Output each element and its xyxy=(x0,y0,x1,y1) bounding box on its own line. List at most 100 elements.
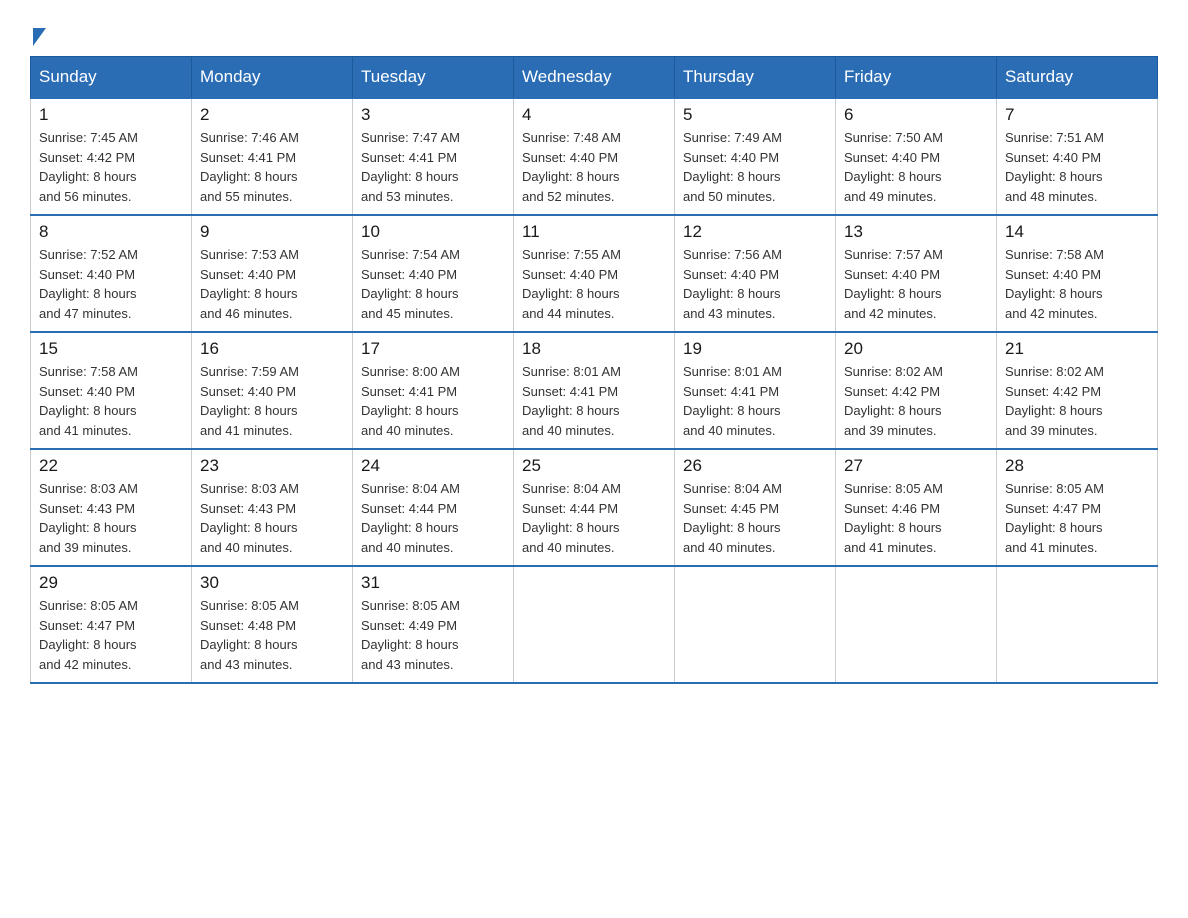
day-cell xyxy=(675,566,836,683)
day-number: 25 xyxy=(522,456,666,476)
column-header-friday: Friday xyxy=(836,57,997,99)
day-number: 22 xyxy=(39,456,183,476)
week-row-4: 22 Sunrise: 8:03 AM Sunset: 4:43 PM Dayl… xyxy=(31,449,1158,566)
day-number: 8 xyxy=(39,222,183,242)
day-cell: 29 Sunrise: 8:05 AM Sunset: 4:47 PM Dayl… xyxy=(31,566,192,683)
day-number: 3 xyxy=(361,105,505,125)
day-number: 12 xyxy=(683,222,827,242)
day-number: 10 xyxy=(361,222,505,242)
day-number: 20 xyxy=(844,339,988,359)
day-number: 4 xyxy=(522,105,666,125)
day-number: 9 xyxy=(200,222,344,242)
day-info: Sunrise: 8:05 AM Sunset: 4:47 PM Dayligh… xyxy=(1005,479,1149,557)
day-cell: 13 Sunrise: 7:57 AM Sunset: 4:40 PM Dayl… xyxy=(836,215,997,332)
day-info: Sunrise: 8:04 AM Sunset: 4:44 PM Dayligh… xyxy=(522,479,666,557)
day-info: Sunrise: 8:04 AM Sunset: 4:44 PM Dayligh… xyxy=(361,479,505,557)
calendar-table: SundayMondayTuesdayWednesdayThursdayFrid… xyxy=(30,56,1158,684)
day-cell: 15 Sunrise: 7:58 AM Sunset: 4:40 PM Dayl… xyxy=(31,332,192,449)
day-cell: 9 Sunrise: 7:53 AM Sunset: 4:40 PM Dayli… xyxy=(192,215,353,332)
day-cell: 12 Sunrise: 7:56 AM Sunset: 4:40 PM Dayl… xyxy=(675,215,836,332)
day-info: Sunrise: 7:53 AM Sunset: 4:40 PM Dayligh… xyxy=(200,245,344,323)
week-row-1: 1 Sunrise: 7:45 AM Sunset: 4:42 PM Dayli… xyxy=(31,98,1158,215)
day-number: 31 xyxy=(361,573,505,593)
week-row-5: 29 Sunrise: 8:05 AM Sunset: 4:47 PM Dayl… xyxy=(31,566,1158,683)
day-cell xyxy=(836,566,997,683)
day-cell: 23 Sunrise: 8:03 AM Sunset: 4:43 PM Dayl… xyxy=(192,449,353,566)
day-number: 16 xyxy=(200,339,344,359)
day-number: 21 xyxy=(1005,339,1149,359)
day-cell: 14 Sunrise: 7:58 AM Sunset: 4:40 PM Dayl… xyxy=(997,215,1158,332)
day-cell: 5 Sunrise: 7:49 AM Sunset: 4:40 PM Dayli… xyxy=(675,98,836,215)
day-cell: 25 Sunrise: 8:04 AM Sunset: 4:44 PM Dayl… xyxy=(514,449,675,566)
day-cell: 18 Sunrise: 8:01 AM Sunset: 4:41 PM Dayl… xyxy=(514,332,675,449)
day-info: Sunrise: 7:58 AM Sunset: 4:40 PM Dayligh… xyxy=(39,362,183,440)
day-number: 29 xyxy=(39,573,183,593)
column-header-sunday: Sunday xyxy=(31,57,192,99)
day-number: 1 xyxy=(39,105,183,125)
day-info: Sunrise: 7:49 AM Sunset: 4:40 PM Dayligh… xyxy=(683,128,827,206)
day-number: 26 xyxy=(683,456,827,476)
week-row-2: 8 Sunrise: 7:52 AM Sunset: 4:40 PM Dayli… xyxy=(31,215,1158,332)
day-cell: 11 Sunrise: 7:55 AM Sunset: 4:40 PM Dayl… xyxy=(514,215,675,332)
day-info: Sunrise: 8:05 AM Sunset: 4:48 PM Dayligh… xyxy=(200,596,344,674)
day-info: Sunrise: 7:58 AM Sunset: 4:40 PM Dayligh… xyxy=(1005,245,1149,323)
day-info: Sunrise: 7:55 AM Sunset: 4:40 PM Dayligh… xyxy=(522,245,666,323)
day-info: Sunrise: 7:47 AM Sunset: 4:41 PM Dayligh… xyxy=(361,128,505,206)
day-number: 6 xyxy=(844,105,988,125)
day-number: 14 xyxy=(1005,222,1149,242)
day-cell: 31 Sunrise: 8:05 AM Sunset: 4:49 PM Dayl… xyxy=(353,566,514,683)
column-header-thursday: Thursday xyxy=(675,57,836,99)
day-info: Sunrise: 8:05 AM Sunset: 4:46 PM Dayligh… xyxy=(844,479,988,557)
day-info: Sunrise: 7:59 AM Sunset: 4:40 PM Dayligh… xyxy=(200,362,344,440)
day-info: Sunrise: 7:52 AM Sunset: 4:40 PM Dayligh… xyxy=(39,245,183,323)
day-cell: 27 Sunrise: 8:05 AM Sunset: 4:46 PM Dayl… xyxy=(836,449,997,566)
day-number: 5 xyxy=(683,105,827,125)
day-number: 2 xyxy=(200,105,344,125)
day-info: Sunrise: 8:03 AM Sunset: 4:43 PM Dayligh… xyxy=(200,479,344,557)
day-number: 24 xyxy=(361,456,505,476)
day-info: Sunrise: 8:02 AM Sunset: 4:42 PM Dayligh… xyxy=(844,362,988,440)
day-info: Sunrise: 7:51 AM Sunset: 4:40 PM Dayligh… xyxy=(1005,128,1149,206)
day-info: Sunrise: 8:02 AM Sunset: 4:42 PM Dayligh… xyxy=(1005,362,1149,440)
day-cell: 21 Sunrise: 8:02 AM Sunset: 4:42 PM Dayl… xyxy=(997,332,1158,449)
day-cell: 20 Sunrise: 8:02 AM Sunset: 4:42 PM Dayl… xyxy=(836,332,997,449)
day-info: Sunrise: 8:01 AM Sunset: 4:41 PM Dayligh… xyxy=(522,362,666,440)
day-cell: 19 Sunrise: 8:01 AM Sunset: 4:41 PM Dayl… xyxy=(675,332,836,449)
day-info: Sunrise: 8:01 AM Sunset: 4:41 PM Dayligh… xyxy=(683,362,827,440)
column-header-wednesday: Wednesday xyxy=(514,57,675,99)
day-info: Sunrise: 7:46 AM Sunset: 4:41 PM Dayligh… xyxy=(200,128,344,206)
day-number: 13 xyxy=(844,222,988,242)
day-number: 11 xyxy=(522,222,666,242)
day-info: Sunrise: 7:56 AM Sunset: 4:40 PM Dayligh… xyxy=(683,245,827,323)
day-cell: 26 Sunrise: 8:04 AM Sunset: 4:45 PM Dayl… xyxy=(675,449,836,566)
day-cell: 6 Sunrise: 7:50 AM Sunset: 4:40 PM Dayli… xyxy=(836,98,997,215)
day-cell: 30 Sunrise: 8:05 AM Sunset: 4:48 PM Dayl… xyxy=(192,566,353,683)
column-header-monday: Monday xyxy=(192,57,353,99)
day-info: Sunrise: 8:05 AM Sunset: 4:47 PM Dayligh… xyxy=(39,596,183,674)
page-header xyxy=(30,20,1158,46)
day-cell: 16 Sunrise: 7:59 AM Sunset: 4:40 PM Dayl… xyxy=(192,332,353,449)
day-info: Sunrise: 7:50 AM Sunset: 4:40 PM Dayligh… xyxy=(844,128,988,206)
day-cell: 2 Sunrise: 7:46 AM Sunset: 4:41 PM Dayli… xyxy=(192,98,353,215)
day-cell: 28 Sunrise: 8:05 AM Sunset: 4:47 PM Dayl… xyxy=(997,449,1158,566)
day-number: 15 xyxy=(39,339,183,359)
day-cell: 7 Sunrise: 7:51 AM Sunset: 4:40 PM Dayli… xyxy=(997,98,1158,215)
day-number: 19 xyxy=(683,339,827,359)
day-info: Sunrise: 8:00 AM Sunset: 4:41 PM Dayligh… xyxy=(361,362,505,440)
week-row-3: 15 Sunrise: 7:58 AM Sunset: 4:40 PM Dayl… xyxy=(31,332,1158,449)
day-info: Sunrise: 8:03 AM Sunset: 4:43 PM Dayligh… xyxy=(39,479,183,557)
day-number: 17 xyxy=(361,339,505,359)
day-cell: 8 Sunrise: 7:52 AM Sunset: 4:40 PM Dayli… xyxy=(31,215,192,332)
day-cell: 24 Sunrise: 8:04 AM Sunset: 4:44 PM Dayl… xyxy=(353,449,514,566)
day-info: Sunrise: 7:48 AM Sunset: 4:40 PM Dayligh… xyxy=(522,128,666,206)
logo xyxy=(30,20,46,46)
day-info: Sunrise: 8:04 AM Sunset: 4:45 PM Dayligh… xyxy=(683,479,827,557)
day-cell: 17 Sunrise: 8:00 AM Sunset: 4:41 PM Dayl… xyxy=(353,332,514,449)
day-cell: 1 Sunrise: 7:45 AM Sunset: 4:42 PM Dayli… xyxy=(31,98,192,215)
day-number: 7 xyxy=(1005,105,1149,125)
day-cell xyxy=(997,566,1158,683)
logo-arrow-icon xyxy=(33,28,46,46)
day-info: Sunrise: 7:45 AM Sunset: 4:42 PM Dayligh… xyxy=(39,128,183,206)
day-cell: 10 Sunrise: 7:54 AM Sunset: 4:40 PM Dayl… xyxy=(353,215,514,332)
day-number: 18 xyxy=(522,339,666,359)
